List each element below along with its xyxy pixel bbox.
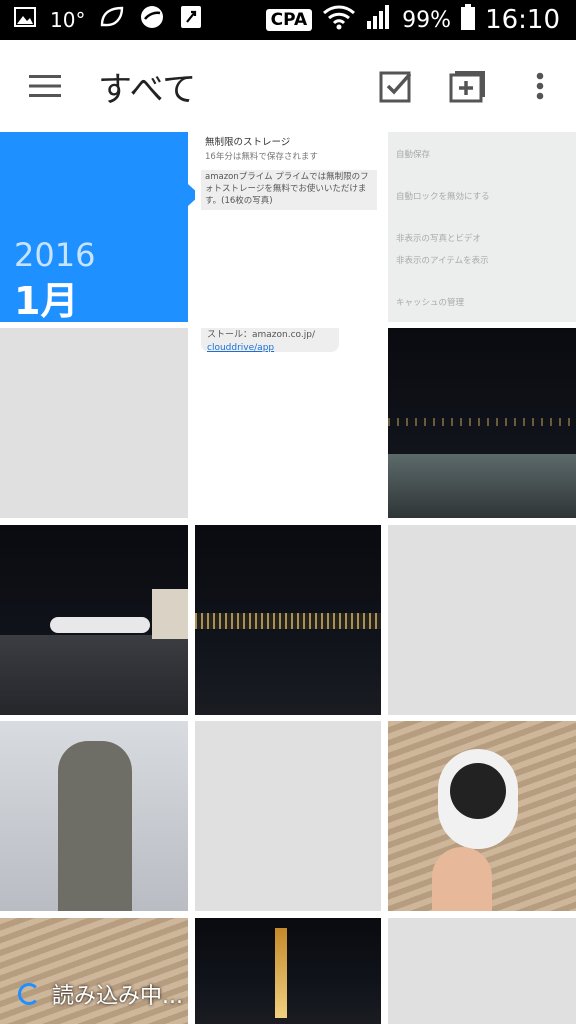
photo-thumbnail[interactable] bbox=[195, 525, 381, 715]
checkbox-select-icon bbox=[379, 71, 412, 103]
select-button[interactable] bbox=[360, 40, 432, 132]
photo-thumbnail[interactable]: ストール：amazon.co.jp/ clouddrive/app bbox=[195, 328, 381, 518]
photo-thumbnail[interactable]: 無制限のストレージ 16年分は無料で保存されます amazonプライム プライム… bbox=[195, 132, 381, 322]
link-text: clouddrive/app bbox=[207, 342, 275, 353]
page-title: すべて bbox=[98, 69, 197, 110]
loading-text: 読み込み中... bbox=[52, 984, 183, 1009]
screenshot-bubble: ストール：amazon.co.jp/ clouddrive/app bbox=[201, 328, 339, 353]
battery-icon bbox=[461, 4, 476, 36]
railing bbox=[388, 454, 576, 518]
city-lights bbox=[195, 613, 381, 629]
status-bar: 10° CPA 99% 16:10 bbox=[0, 0, 576, 40]
gallery-icon bbox=[14, 7, 36, 33]
hamburger-menu-icon bbox=[29, 75, 61, 97]
photo-thumbnail[interactable] bbox=[0, 525, 188, 715]
settings-row: 非表示のアイテムを表示 bbox=[396, 256, 489, 266]
battery-text: 99% bbox=[402, 7, 452, 33]
photo-placeholder[interactable] bbox=[195, 721, 381, 911]
app-icon bbox=[139, 4, 165, 36]
airplane bbox=[50, 617, 150, 633]
leaf-icon bbox=[99, 5, 125, 35]
photo-thumbnail[interactable]: 自動保存 自動ロックを無効にする 非表示の写真とビデオ 非表示のアイテムを表示 … bbox=[388, 132, 576, 322]
settings-row: キャッシュの管理 bbox=[396, 298, 465, 308]
photo-placeholder[interactable] bbox=[388, 525, 576, 715]
add-album-button[interactable] bbox=[432, 40, 504, 132]
city-lights bbox=[388, 418, 576, 426]
dryer-vent bbox=[450, 763, 506, 819]
photo-placeholder[interactable] bbox=[0, 328, 188, 518]
statue bbox=[58, 741, 132, 911]
menu-button[interactable] bbox=[0, 40, 90, 132]
link-prefix: ストール：amazon.co.jp/ bbox=[207, 330, 315, 340]
temperature-text: 10° bbox=[50, 8, 86, 32]
carrier-badge: CPA bbox=[265, 9, 313, 31]
date-header-tile: 2016 1月 bbox=[0, 132, 188, 322]
spinner-icon bbox=[18, 983, 40, 1005]
settings-row: 自動保存 bbox=[396, 150, 431, 160]
clock: 16:10 bbox=[485, 5, 560, 35]
loading-indicator: 読み込み中... bbox=[0, 964, 576, 1024]
wifi-icon bbox=[322, 4, 356, 36]
settings-row: 非表示の写真とビデオ bbox=[396, 234, 482, 244]
photo-thumbnail[interactable] bbox=[388, 721, 576, 911]
settings-row: 自動ロックを無効にする bbox=[396, 192, 490, 202]
hand bbox=[432, 847, 492, 911]
app-toolbar: すべて bbox=[0, 40, 576, 132]
month-label: 1月 bbox=[14, 279, 79, 322]
tarmac bbox=[0, 635, 188, 715]
photo-thumbnail[interactable] bbox=[0, 721, 188, 911]
add-to-album-icon bbox=[449, 71, 485, 103]
screenshot-line: 16年分は無料で保存されます bbox=[205, 152, 318, 162]
photo-thumbnail[interactable] bbox=[388, 328, 576, 518]
overflow-menu-button[interactable] bbox=[504, 40, 576, 132]
screenshot-header: 無制限のストレージ bbox=[205, 137, 291, 148]
more-vert-icon bbox=[536, 72, 544, 100]
transfer-icon bbox=[179, 4, 203, 36]
screenshot-message: amazonプライム プライムでは無制限のフォトストレージを無料でお使いいただけ… bbox=[201, 170, 377, 210]
signal-icon bbox=[366, 4, 392, 36]
building bbox=[152, 589, 188, 639]
year-label: 2016 bbox=[14, 236, 96, 274]
